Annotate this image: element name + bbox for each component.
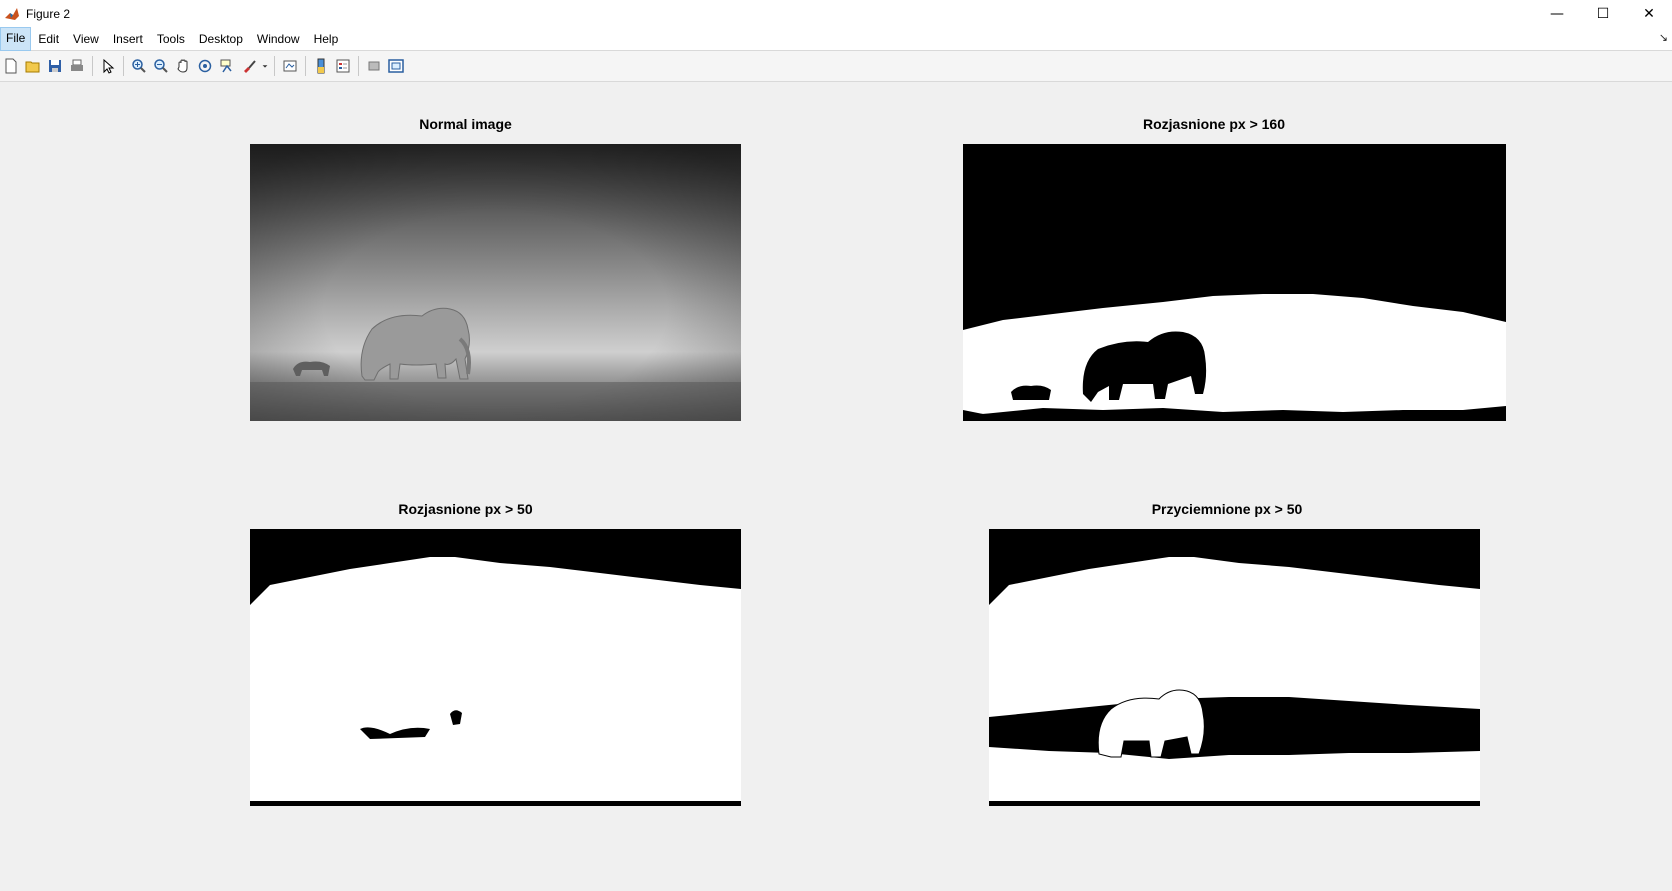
new-figure-icon[interactable] [0, 55, 22, 77]
menu-help[interactable]: Help [307, 28, 346, 50]
toolbar-separator [358, 56, 359, 76]
toolbar-separator [92, 56, 93, 76]
window-controls: — ☐ ✕ [1534, 0, 1672, 28]
menu-bar: File Edit View Insert Tools Desktop Wind… [0, 27, 1672, 51]
save-icon[interactable] [44, 55, 66, 77]
menu-file[interactable]: File [0, 27, 32, 51]
zoom-out-icon[interactable] [150, 55, 172, 77]
menu-edit[interactable]: Edit [31, 28, 66, 50]
print-icon[interactable] [66, 55, 88, 77]
image-axes-brightened-50[interactable] [250, 529, 741, 806]
zoom-in-icon[interactable] [128, 55, 150, 77]
toolbar-separator [305, 56, 306, 76]
binary-mask-image [963, 144, 1506, 421]
toolbar-separator [123, 56, 124, 76]
figure-canvas: Normal image Rozjasnione px > 160 Rozjas… [0, 82, 1672, 891]
show-plot-tools-icon[interactable] [385, 55, 407, 77]
binary-mask-image [250, 529, 741, 806]
window-titlebar: Figure 2 — ☐ ✕ [0, 0, 1672, 28]
image-axes-threshold-160[interactable] [963, 144, 1506, 421]
data-cursor-icon[interactable] [216, 55, 238, 77]
insert-colorbar-icon[interactable] [310, 55, 332, 77]
subplot-title: Rozjasnione px > 50 [398, 501, 533, 517]
menu-window[interactable]: Window [250, 28, 307, 50]
chevron-down-icon[interactable] [260, 55, 270, 77]
grayscale-elephant-image [250, 144, 741, 421]
open-file-icon[interactable] [22, 55, 44, 77]
menu-insert[interactable]: Insert [106, 28, 150, 50]
toolbar-separator [274, 56, 275, 76]
brush-icon[interactable] [238, 55, 260, 77]
figure-toolbar [0, 51, 1672, 82]
rotate-3d-icon[interactable] [194, 55, 216, 77]
close-button[interactable]: ✕ [1626, 0, 1672, 28]
link-plot-icon[interactable] [279, 55, 301, 77]
hide-plot-tools-icon[interactable] [363, 55, 385, 77]
maximize-button[interactable]: ☐ [1580, 0, 1626, 28]
matlab-logo-icon [4, 6, 20, 22]
minimize-button[interactable]: — [1534, 0, 1580, 28]
binary-mask-image [989, 529, 1480, 806]
edit-plot-arrow-icon[interactable] [97, 55, 119, 77]
subplot-title: Normal image [419, 116, 512, 132]
window-title: Figure 2 [26, 7, 71, 21]
dock-arrow-icon[interactable]: ↘ [1659, 31, 1668, 44]
pan-hand-icon[interactable] [172, 55, 194, 77]
menu-desktop[interactable]: Desktop [192, 28, 250, 50]
image-axes-darkened-50[interactable] [989, 529, 1480, 806]
subplot-title: Rozjasnione px > 160 [1143, 116, 1285, 132]
menu-view[interactable]: View [66, 28, 106, 50]
image-axes-normal[interactable] [250, 144, 741, 421]
subplot-title: Przyciemnione px > 50 [1151, 501, 1303, 517]
insert-legend-icon[interactable] [332, 55, 354, 77]
menu-tools[interactable]: Tools [150, 28, 192, 50]
